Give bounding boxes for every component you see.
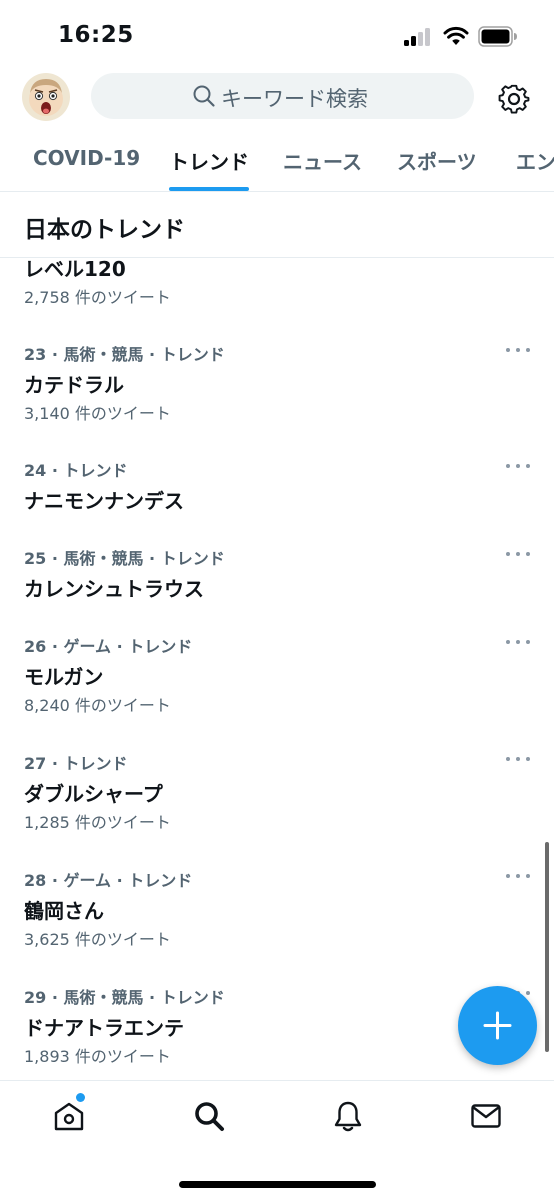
status-time: 16:25 bbox=[58, 22, 134, 48]
more-icon[interactable] bbox=[505, 549, 531, 559]
trend-tweet-count: 8,240 件のツイート bbox=[24, 696, 171, 715]
more-icon[interactable] bbox=[505, 871, 531, 881]
trend-name: ドナアトラエンテ bbox=[24, 1016, 184, 1040]
home-icon[interactable] bbox=[52, 1099, 86, 1133]
tab-sports[interactable]: スポーツ bbox=[397, 146, 477, 175]
trend-tweet-count: 3,625 件のツイート bbox=[24, 930, 171, 949]
top-header: キーワード検索 bbox=[0, 70, 554, 126]
section-header: 日本のトレンド bbox=[0, 192, 554, 258]
trend-meta: 29 · 馬術・競馬 · トレンド bbox=[24, 988, 225, 1007]
trend-meta: 28 · ゲーム · トレンド bbox=[24, 871, 193, 890]
battery-icon bbox=[478, 26, 517, 47]
trend-tweet-count: 3,140 件のツイート bbox=[24, 404, 171, 423]
search-input[interactable]: キーワード検索 bbox=[91, 73, 474, 119]
trend-name: ナニモンナンデス bbox=[24, 489, 184, 513]
gear-icon[interactable] bbox=[497, 82, 531, 116]
tab-news[interactable]: ニュース bbox=[283, 146, 362, 175]
bottom-nav bbox=[0, 1080, 554, 1199]
trend-name: カテドラル bbox=[24, 373, 124, 397]
trend-name: レベル120 bbox=[24, 258, 126, 281]
tab-covid-19[interactable]: COVID-19 bbox=[33, 146, 140, 170]
mail-icon[interactable] bbox=[469, 1099, 503, 1133]
status-bar: 16:25 bbox=[0, 0, 554, 70]
trend-item[interactable]: 23 · 馬術・競馬 · トレンド カテドラル 3,140 件のツイート bbox=[0, 328, 554, 444]
trend-name: モルガン bbox=[24, 665, 104, 689]
trend-name: ダブルシャープ bbox=[24, 782, 163, 806]
explore-search-icon[interactable] bbox=[192, 1099, 226, 1133]
trend-item[interactable]: 27 · トレンド ダブルシャープ 1,285 件のツイート bbox=[0, 737, 554, 853]
tab-entertainment[interactable]: エン bbox=[516, 146, 554, 175]
more-icon[interactable] bbox=[505, 754, 531, 764]
more-icon[interactable] bbox=[505, 461, 531, 471]
trend-item[interactable]: レベル120 2,758 件のツイート bbox=[0, 258, 554, 328]
bell-icon[interactable] bbox=[331, 1099, 365, 1133]
trend-name: 鶴岡さん bbox=[24, 899, 104, 923]
trend-item[interactable]: 28 · ゲーム · トレンド 鶴岡さん 3,625 件のツイート bbox=[0, 854, 554, 970]
avatar[interactable] bbox=[22, 73, 70, 121]
compose-tweet-button[interactable] bbox=[458, 986, 537, 1065]
trend-name: カレンシュトラウス bbox=[24, 577, 204, 601]
trend-meta: 25 · 馬術・競馬 · トレンド bbox=[24, 549, 225, 568]
trend-meta: 27 · トレンド bbox=[24, 754, 128, 773]
notification-dot bbox=[76, 1093, 85, 1102]
trend-meta: 23 · 馬術・競馬 · トレンド bbox=[24, 345, 225, 364]
tab-bar: COVID-19 トレンド ニュース スポーツ エン bbox=[0, 134, 554, 192]
active-tab-indicator bbox=[169, 187, 249, 191]
avatar-face-icon bbox=[22, 73, 70, 121]
trend-tweet-count: 1,893 件のツイート bbox=[24, 1047, 171, 1066]
trend-tweet-count: 1,285 件のツイート bbox=[24, 813, 171, 832]
trend-tweet-count: 2,758 件のツイート bbox=[24, 288, 171, 307]
plus-icon bbox=[483, 1011, 512, 1040]
trend-item[interactable]: 25 · 馬術・競馬 · トレンド カレンシュトラウス bbox=[0, 532, 554, 620]
trend-item[interactable]: 26 · ゲーム · トレンド モルガン 8,240 件のツイート bbox=[0, 620, 554, 736]
tab-trends[interactable]: トレンド bbox=[169, 146, 249, 175]
more-icon[interactable] bbox=[505, 345, 531, 355]
section-title: 日本のトレンド bbox=[24, 217, 185, 243]
trend-list: レベル120 2,758 件のツイート 23 · 馬術・競馬 · トレンド カテ… bbox=[0, 258, 554, 1080]
search-placeholder: キーワード検索 bbox=[221, 87, 368, 111]
home-indicator bbox=[179, 1181, 376, 1188]
search-icon bbox=[193, 85, 215, 107]
cellular-signal-icon bbox=[404, 28, 434, 46]
more-icon[interactable] bbox=[505, 637, 531, 647]
trend-meta: 26 · ゲーム · トレンド bbox=[24, 637, 193, 656]
trend-meta: 24 · トレンド bbox=[24, 461, 128, 480]
scrollbar[interactable] bbox=[545, 842, 549, 1052]
trend-item[interactable]: 24 · トレンド ナニモンナンデス bbox=[0, 444, 554, 532]
wifi-icon bbox=[443, 26, 469, 45]
